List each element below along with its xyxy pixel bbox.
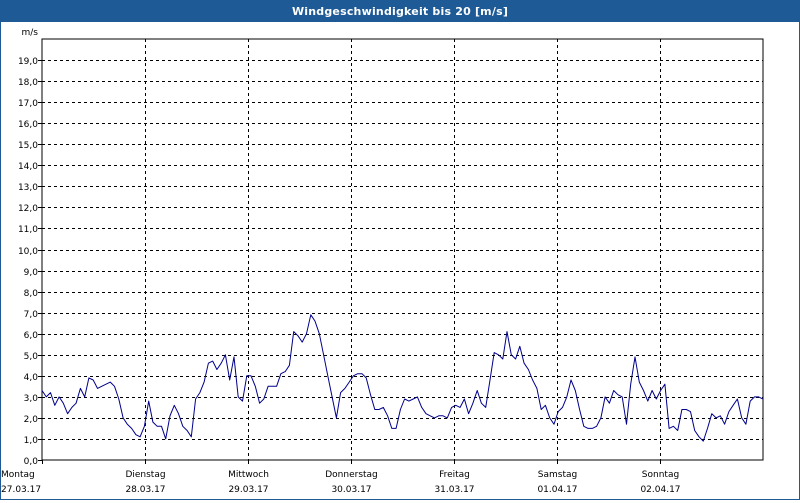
x-tick-label-day: Donnerstag [325,470,378,480]
y-tick-label: 9,0 [24,268,39,278]
y-tick-label: 3,0 [24,394,39,404]
y-tick-label: 10,0 [18,247,38,257]
y-tick-label: 15,0 [18,141,38,151]
y-tick-label: 4,0 [24,373,39,383]
y-tick-label: 13,0 [18,183,38,193]
y-tick-label: 2,0 [24,415,39,425]
chart-area: 0,0 1,0 2,0 3,0 4,0 5,0 6,0 7,0 8,0 9,0 10,0 11,0 12… [1,23,799,499]
wind-speed-chart: 0,0 1,0 2,0 3,0 4,0 5,0 6,0 7,0 8,0 9,0 10,0 11,0 12… [1,28,764,495]
x-tick-label-day: Samstag [538,470,577,480]
x-tick-label-date: 02.04.17 [640,485,680,495]
x-tick-label-date: 28.03.17 [125,485,165,495]
y-tick-label: 12,0 [18,204,38,214]
y-tick-label: 7,0 [24,310,39,320]
x-tick-label-date: 27.03.17 [1,485,41,495]
x-tick-label-day: Sonntag [642,470,679,480]
y-tick-label: 5,0 [24,352,39,362]
y-tick-label: 1,0 [24,436,39,446]
y-tick-label: 6,0 [24,331,39,341]
y-tick-label: 17,0 [18,99,38,109]
y-tick-label: 11,0 [18,225,38,235]
y-tick-label: 16,0 [18,120,38,130]
chart-window: Windgeschwindigkeit bis 20 [m/s] 0,0 1,0 2… [0,0,800,500]
x-tick-label-day: Dienstag [125,470,165,480]
y-tick-label: 0,0 [24,457,39,467]
x-tick-label-date: 01.04.17 [537,485,577,495]
y-tick-label: 18,0 [18,78,38,88]
window-title: Windgeschwindigkeit bis 20 [m/s] [1,1,799,22]
x-tick-label-date: 31.03.17 [434,485,474,495]
y-axis-label: m/s [22,28,39,38]
y-tick-label: 8,0 [24,289,39,299]
x-tick-label-date: 30.03.17 [331,485,371,495]
x-tick-label-day: Montag [1,470,35,480]
y-tick-label: 14,0 [18,162,38,172]
x-tick-label-day: Mittwoch [228,470,269,480]
x-tick-label-day: Freitag [439,470,470,480]
x-tick-label-date: 29.03.17 [228,485,268,495]
y-tick-label: 19,0 [18,57,38,67]
